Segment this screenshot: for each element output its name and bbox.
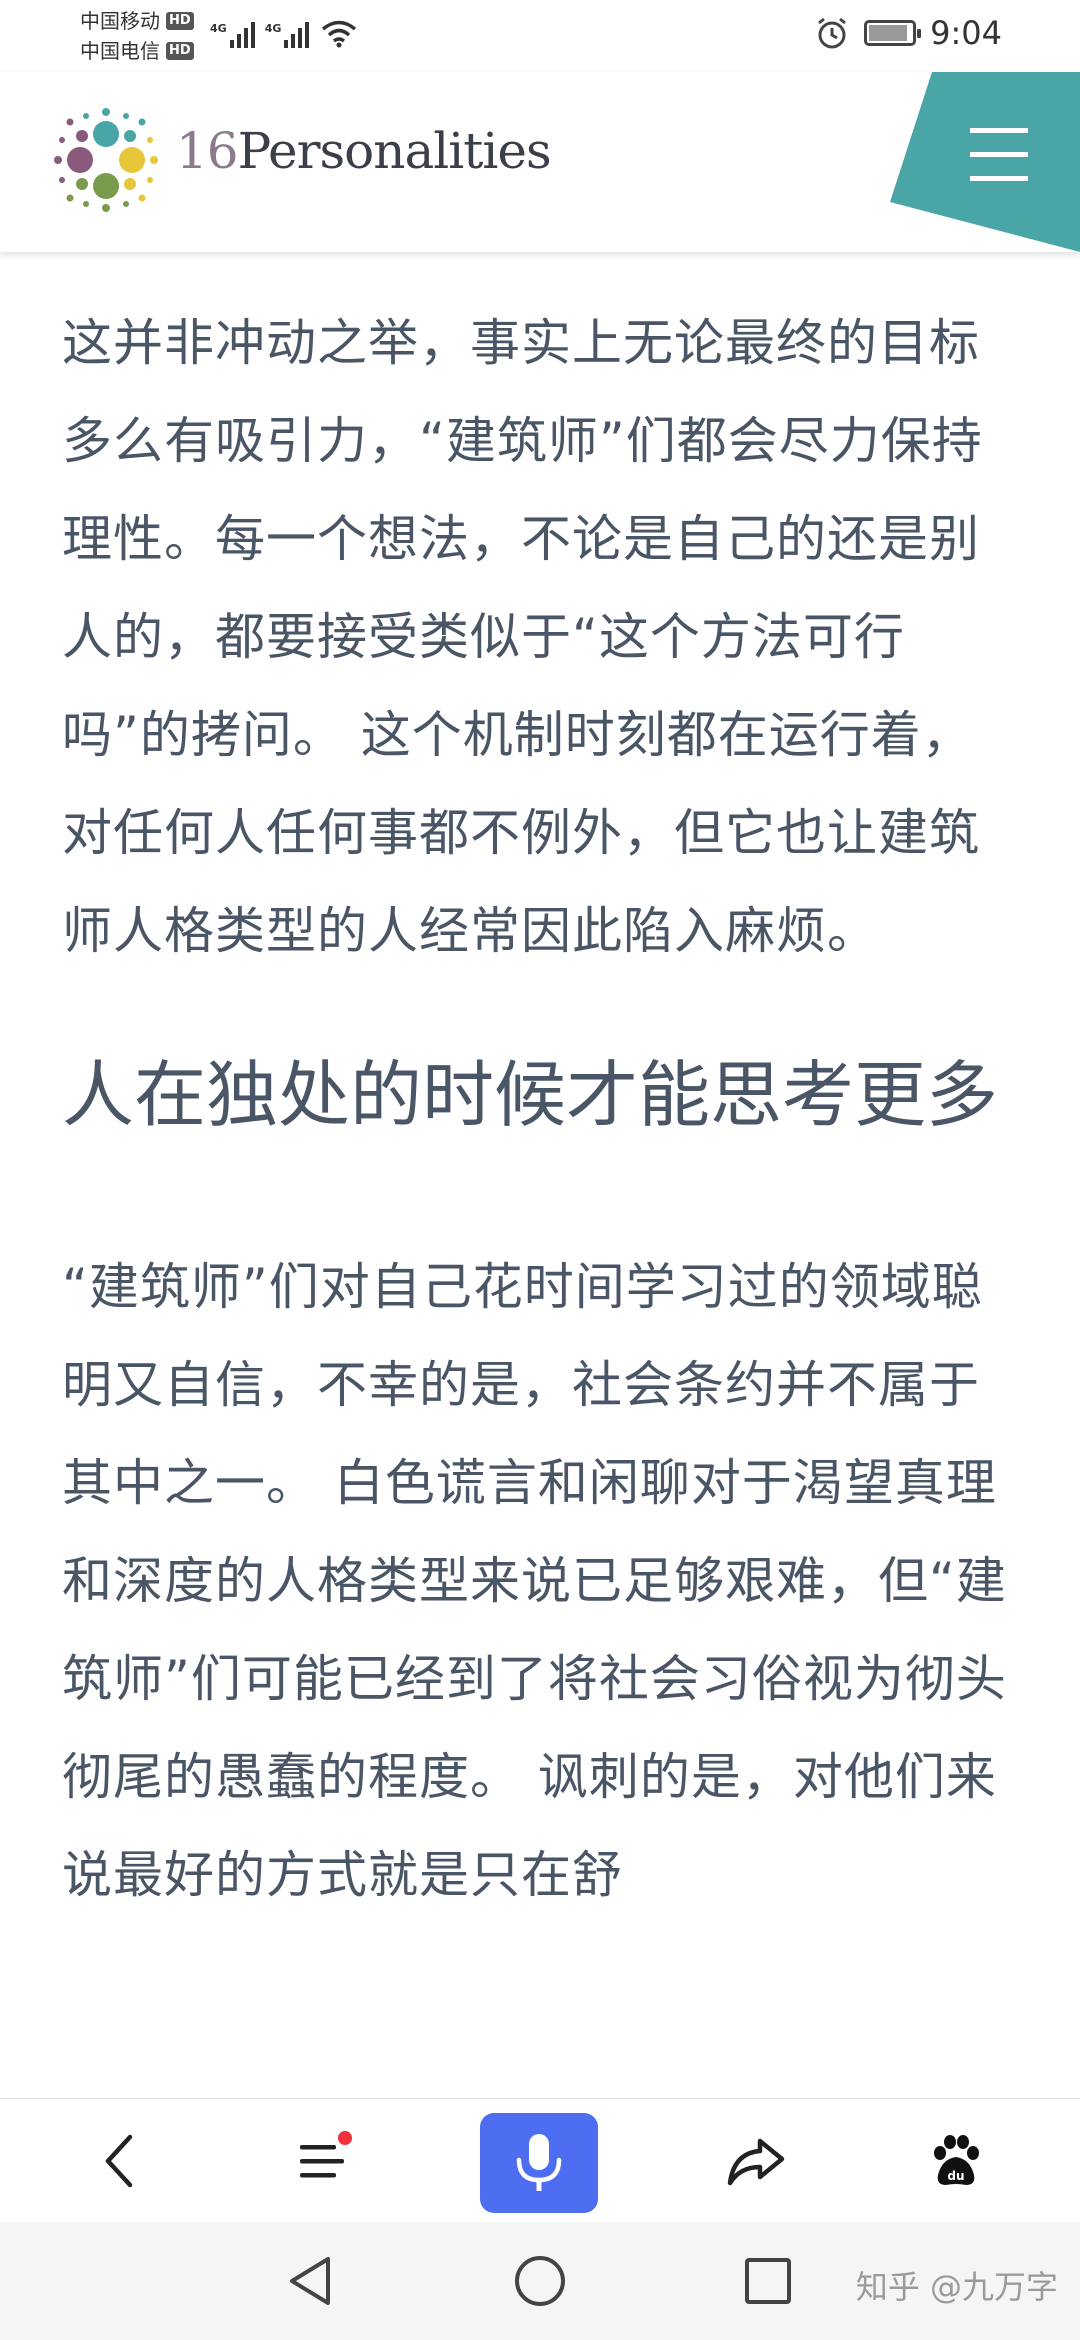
nav-back-button[interactable] bbox=[250, 2222, 370, 2340]
share-icon bbox=[727, 2138, 785, 2186]
nav-recents-button[interactable] bbox=[708, 2222, 828, 2340]
back-arrow-icon bbox=[105, 2134, 133, 2188]
clock-time: 9:04 bbox=[930, 14, 1002, 52]
article-paragraph: 这并非冲动之举，事实上无论最终的目标多么有吸引力，“建筑师”们都会尽力保持理性。… bbox=[62, 314, 983, 960]
share-button[interactable] bbox=[696, 2099, 816, 2223]
status-right-group: 9:04 bbox=[814, 14, 1002, 52]
carrier-info: 中国移动 HD 中国电信 HD bbox=[80, 6, 194, 66]
signal-indicators: 4G 4G bbox=[210, 18, 359, 48]
notification-dot bbox=[338, 2131, 352, 2145]
nav-recents-square-icon bbox=[745, 2258, 791, 2304]
nav-home-circle-icon bbox=[515, 2256, 565, 2306]
baidu-paw-icon: du bbox=[934, 2135, 979, 2185]
signal-strength-icon: 4G bbox=[265, 22, 310, 48]
network-type-label: 4G bbox=[264, 22, 282, 35]
site-header: 16Personalities bbox=[0, 72, 1080, 252]
carrier-1-label: 中国移动 bbox=[80, 9, 160, 33]
menu-button[interactable] bbox=[890, 72, 1080, 252]
signal-strength-icon: 4G bbox=[210, 22, 255, 48]
phone-screen: 中国移动 HD 中国电信 HD 4G 4G 9:04 16Personaliti… bbox=[0, 0, 1080, 2340]
zhihu-watermark: 知乎 @九万字 bbox=[855, 2268, 1058, 2306]
brand-wordmark[interactable]: 16Personalities bbox=[176, 122, 552, 180]
wifi-icon bbox=[322, 20, 357, 48]
alarm-clock-icon bbox=[818, 17, 847, 49]
baidu-button[interactable]: du bbox=[896, 2099, 1016, 2223]
brand-name: Personalities bbox=[237, 122, 552, 180]
carrier-2-label: 中国电信 bbox=[80, 39, 160, 63]
menu-list-button[interactable] bbox=[262, 2099, 382, 2223]
brand-number: 16 bbox=[176, 122, 239, 180]
article-paragraph: “建筑师”们对自己花时间学习过的领域聪明又自信，不幸的是，社会条约并不属于其中之… bbox=[62, 1258, 1007, 1904]
browser-toolbar: du bbox=[0, 2098, 1080, 2223]
nav-home-button[interactable] bbox=[480, 2222, 600, 2340]
status-bar: 中国移动 HD 中国电信 HD 4G 4G 9:04 bbox=[0, 0, 1080, 72]
article-content: 这并非冲动之举，事实上无论最终的目标多么有吸引力，“建筑师”们都会尽力保持理性。… bbox=[62, 252, 1022, 1924]
section-heading: 人在独处的时候才能思考更多 bbox=[62, 1053, 999, 1137]
voice-search-button[interactable] bbox=[480, 2113, 598, 2213]
16personalities-logo-icon[interactable] bbox=[50, 104, 162, 216]
battery-icon bbox=[864, 20, 922, 46]
svg-text:du: du bbox=[947, 2169, 964, 2183]
hd-badge: HD bbox=[166, 42, 194, 60]
network-type-label: 4G bbox=[210, 22, 227, 35]
microphone-icon bbox=[516, 2134, 562, 2191]
back-button[interactable] bbox=[60, 2099, 180, 2223]
hd-badge: HD bbox=[166, 12, 194, 30]
nav-back-triangle-icon bbox=[290, 2257, 330, 2305]
system-nav-bar: 知乎 @九万字 bbox=[0, 2222, 1080, 2340]
